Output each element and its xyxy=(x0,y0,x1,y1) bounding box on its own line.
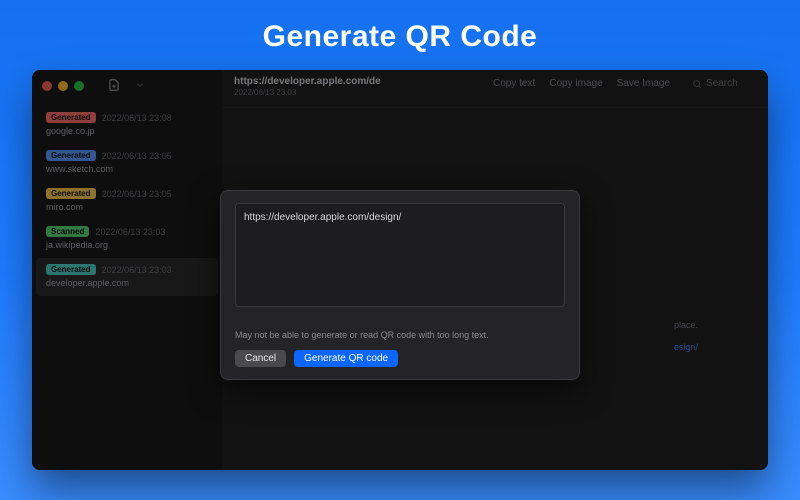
app-window: Generated2022/06/13 23:08google.co.jpGen… xyxy=(32,70,768,470)
hero-title: Generate QR Code xyxy=(0,20,800,54)
modal-hint-text: May not be able to generate or read QR c… xyxy=(235,330,565,340)
modal-overlay: May not be able to generate or read QR c… xyxy=(32,70,768,470)
generate-qr-modal: May not be able to generate or read QR c… xyxy=(220,190,580,380)
cancel-button[interactable]: Cancel xyxy=(235,350,286,367)
generate-button[interactable]: Generate QR code xyxy=(294,350,398,367)
qr-text-input[interactable] xyxy=(235,203,565,307)
